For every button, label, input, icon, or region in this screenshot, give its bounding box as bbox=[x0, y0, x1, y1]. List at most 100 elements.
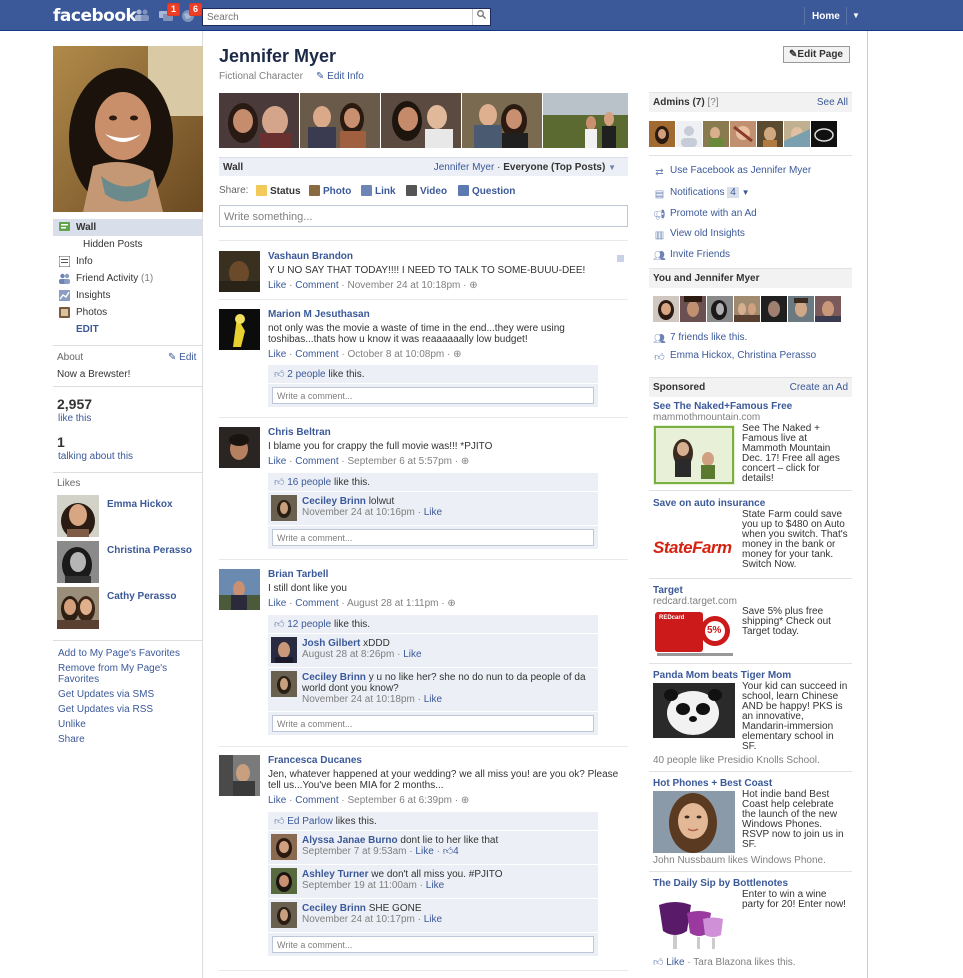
ad-title[interactable]: Target bbox=[653, 585, 851, 596]
comment-like-link[interactable]: Like bbox=[424, 914, 442, 925]
admin-avatar[interactable] bbox=[811, 121, 837, 147]
nav-wall[interactable]: Wall bbox=[53, 219, 202, 236]
liked-page-item[interactable]: Cathy Perasso bbox=[57, 587, 202, 629]
like-this-link[interactable]: like this bbox=[58, 413, 91, 424]
comment-timestamp[interactable]: September 19 at 11:00am bbox=[302, 880, 417, 891]
ad-unit[interactable]: Panda Mom beats Tiger Mom Your kid can s… bbox=[653, 670, 851, 770]
search-input[interactable] bbox=[203, 9, 468, 25]
ad-image[interactable] bbox=[653, 791, 735, 853]
ad-image[interactable] bbox=[653, 425, 735, 485]
avatar[interactable] bbox=[219, 427, 260, 468]
comment-author[interactable]: Josh Gilbert bbox=[302, 638, 360, 649]
avatar[interactable] bbox=[271, 834, 297, 860]
comment-author[interactable]: Alyssa Janae Burno bbox=[302, 835, 398, 846]
liked-page-item[interactable]: Emma Hickox bbox=[57, 495, 202, 539]
promote-with-ad-link[interactable]: 📢︎ Promote with an Ad bbox=[653, 208, 757, 221]
avatar[interactable] bbox=[271, 495, 297, 521]
unlike-link[interactable]: Unlike bbox=[58, 719, 198, 730]
create-ad-link[interactable]: Create an Ad bbox=[790, 382, 848, 393]
comment-link[interactable]: Comment bbox=[295, 456, 338, 467]
comment-author[interactable]: Ashley Turner bbox=[302, 869, 369, 880]
comment-timestamp[interactable]: November 24 at 10:18pm bbox=[302, 694, 415, 705]
friend-avatar[interactable] bbox=[707, 296, 733, 322]
comment-link[interactable]: Comment bbox=[295, 795, 338, 806]
photo-strip-item[interactable] bbox=[300, 93, 380, 148]
comment-link[interactable]: Comment bbox=[295, 598, 338, 609]
chevron-down-icon[interactable]: ▼ bbox=[608, 163, 616, 172]
avatar[interactable] bbox=[271, 902, 297, 928]
admin-avatar[interactable] bbox=[676, 121, 702, 147]
wall-filter-selected[interactable]: Everyone (Top Posts) bbox=[503, 162, 605, 173]
post-timestamp[interactable]: November 24 at 10:18pm bbox=[348, 280, 461, 291]
comment-link[interactable]: Comment bbox=[295, 349, 338, 360]
share-photo-tab[interactable]: Photo bbox=[309, 185, 351, 197]
nav-friend-activity[interactable]: Friend Activity (1) bbox=[53, 270, 202, 287]
friend-requests-icon[interactable] bbox=[135, 9, 149, 23]
avatar[interactable] bbox=[219, 309, 260, 350]
comment-author[interactable]: Ceciley Brinn bbox=[302, 672, 366, 683]
notifications-link[interactable]: ▤ Notifications 4 ▼ bbox=[653, 187, 750, 200]
post-timestamp[interactable]: October 8 at 10:08pm bbox=[348, 349, 445, 360]
add-to-favorites-link[interactable]: Add to My Page's Favorites bbox=[58, 648, 198, 659]
use-facebook-as-link[interactable]: ⇄ Use Facebook as Jennifer Myer bbox=[653, 165, 811, 178]
updates-sms-link[interactable]: Get Updates via SMS bbox=[58, 689, 198, 700]
account-dropdown-icon[interactable]: ▼ bbox=[852, 11, 860, 20]
admin-avatar[interactable] bbox=[649, 121, 675, 147]
comment-like-count[interactable]: 👍︎4 bbox=[443, 846, 459, 857]
comment-input[interactable]: Write a comment... bbox=[272, 387, 594, 404]
friend-avatar[interactable] bbox=[815, 296, 841, 322]
like-link[interactable]: Like bbox=[268, 280, 286, 291]
share-question-tab[interactable]: Question bbox=[458, 185, 515, 197]
photo-strip-item[interactable] bbox=[381, 93, 461, 148]
post-author[interactable]: Marion M Jesuthasan bbox=[268, 309, 624, 320]
avatar[interactable] bbox=[271, 868, 297, 894]
liked-page-name[interactable]: Emma Hickox bbox=[107, 499, 173, 510]
comment-author[interactable]: Ceciley Brinn bbox=[302, 496, 366, 507]
like-link[interactable]: Like bbox=[268, 456, 286, 467]
avatar[interactable] bbox=[219, 251, 260, 292]
nav-info[interactable]: Info bbox=[53, 253, 202, 270]
comment-like-link[interactable]: Like bbox=[424, 694, 442, 705]
photo-strip-item[interactable] bbox=[462, 93, 542, 148]
ad-image[interactable] bbox=[653, 891, 735, 953]
friends-like-link[interactable]: 👥︎ 7 friends like this. bbox=[653, 332, 747, 345]
ad-unit[interactable]: Save on auto insurance StateFarm State F… bbox=[653, 498, 851, 578]
nav-insights[interactable]: Insights bbox=[53, 287, 202, 304]
avatar[interactable] bbox=[219, 755, 260, 796]
share-video-tab[interactable]: Video bbox=[406, 185, 447, 197]
comment-timestamp[interactable]: August 28 at 8:26pm bbox=[302, 649, 394, 660]
like-link[interactable]: Like bbox=[268, 349, 286, 360]
search-icon[interactable] bbox=[472, 9, 490, 25]
admins-help-link[interactable]: [?] bbox=[707, 97, 718, 108]
updates-rss-link[interactable]: Get Updates via RSS bbox=[58, 704, 198, 715]
ad-title[interactable]: The Daily Sip by Bottlenotes bbox=[653, 878, 851, 889]
ad-image[interactable] bbox=[653, 683, 735, 738]
nav-photos[interactable]: Photos bbox=[53, 304, 202, 321]
post-timestamp[interactable]: September 6 at 6:39pm bbox=[348, 795, 453, 806]
friend-avatar[interactable] bbox=[761, 296, 787, 322]
comment-timestamp[interactable]: November 24 at 10:17pm bbox=[302, 914, 415, 925]
photo-strip-item[interactable] bbox=[219, 93, 299, 148]
ad-title[interactable]: Panda Mom beats Tiger Mom bbox=[653, 670, 851, 681]
comment-timestamp[interactable]: November 24 at 10:16pm bbox=[302, 507, 415, 518]
share-link-tab[interactable]: Link bbox=[361, 185, 396, 197]
ad-title[interactable]: Hot Phones + Best Coast bbox=[653, 778, 851, 789]
avatar[interactable] bbox=[219, 569, 260, 610]
like-link[interactable]: Like bbox=[268, 598, 286, 609]
comment-like-link[interactable]: Like bbox=[403, 649, 421, 660]
comment-like-link[interactable]: Like bbox=[426, 880, 444, 891]
like-link[interactable]: Like bbox=[268, 795, 286, 806]
likers-link[interactable]: 12 people bbox=[287, 619, 331, 630]
ad-image[interactable]: StateFarm bbox=[653, 518, 735, 576]
about-edit-link[interactable]: ✎ Edit bbox=[168, 352, 196, 363]
see-all-admins-link[interactable]: See All bbox=[817, 97, 848, 108]
ad-image[interactable]: REDcard 5% bbox=[653, 609, 735, 659]
comment-like-link[interactable]: Like bbox=[424, 507, 442, 518]
avatar[interactable] bbox=[271, 637, 297, 663]
friends-names-link[interactable]: 👍︎ Emma Hickox, Christina Perasso bbox=[653, 350, 816, 363]
friend-avatar[interactable] bbox=[788, 296, 814, 322]
comment-input[interactable]: Write a comment... bbox=[272, 715, 594, 732]
comment-input[interactable]: Write a comment... bbox=[272, 529, 594, 546]
ad-title[interactable]: See The Naked+Famous Free bbox=[653, 401, 851, 412]
ad-unit[interactable]: Target redcard.target.com REDcard 5% Sav… bbox=[653, 585, 851, 663]
